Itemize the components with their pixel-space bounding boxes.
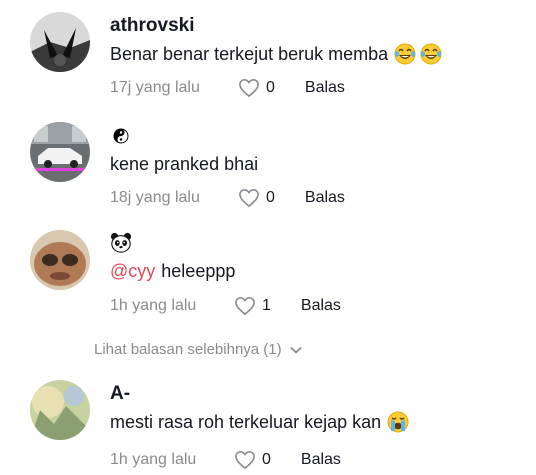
comment-time: 1h yang lalu [110,451,197,468]
comment-meta: 18j yang lalu 0 Balas [110,188,345,208]
comment-item: athrovski Benar benar terkejut beruk mem… [0,0,536,110]
comment-text-content: heleeppp [161,261,236,281]
comment-item: @cyy heleeppp 1h yang lalu 1 Balas [0,220,536,330]
reply-button[interactable]: Balas [301,297,341,315]
heart-icon [234,296,256,316]
like-button[interactable]: 0 [238,78,275,98]
like-count: 1 [262,297,271,314]
comment-text-content: mesti rasa roh terkeluar kejap kan [110,412,382,432]
comment-username[interactable] [110,125,258,147]
comment-username[interactable] [110,232,235,254]
like-count: 0 [266,189,275,206]
heart-icon [238,188,260,208]
like-count: 0 [262,451,271,468]
view-more-replies-button[interactable]: Lihat balasan selebihnya (1) [94,341,302,358]
like-button[interactable]: 0 [238,188,275,208]
comment-text: @cyy heleeppp [110,260,235,282]
comment-meta: 1h yang lalu 1 Balas [110,296,341,316]
like-count: 0 [266,79,275,96]
comment-text: Benar benar terkejut beruk memba [110,43,442,65]
comment-text: mesti rasa roh terkeluar kejap kan [110,411,409,433]
heart-icon [234,450,256,470]
mention-link[interactable]: @cyy [110,260,155,282]
loudly-crying-face-icon [387,411,409,433]
comment-time: 1h yang lalu [110,297,197,314]
like-button[interactable]: 1 [234,296,271,316]
avatar[interactable] [30,122,90,182]
comment-meta: 17j yang lalu 0 Balas [110,78,345,98]
comment-item: A- mesti rasa roh terkeluar kejap kan 1h… [0,370,536,475]
comment-text-content: kene pranked bhai [110,154,259,174]
reply-button[interactable]: Balas [301,451,341,469]
reply-button[interactable]: Balas [305,189,345,207]
view-more-replies-label: Lihat balasan selebihnya (1) [94,341,282,358]
reply-button[interactable]: Balas [305,79,345,97]
comment-username[interactable]: athrovski [110,15,442,37]
comment-text: kene pranked bhai [110,153,258,175]
chevron-down-icon [282,341,302,358]
heart-icon [238,78,260,98]
panda-face-icon [110,232,132,253]
face-with-tears-of-joy-icon [420,43,442,65]
like-button[interactable]: 0 [234,450,271,470]
comment-meta: 1h yang lalu 0 Balas [110,450,341,470]
face-with-tears-of-joy-icon [394,43,416,65]
avatar[interactable] [30,230,90,290]
avatar[interactable] [30,380,90,440]
comment-item: kene pranked bhai 18j yang lalu 0 Balas [0,110,536,220]
comment-text-content: Benar benar terkejut beruk memba [110,44,389,64]
avatar[interactable] [30,12,90,72]
comment-username[interactable]: A- [110,383,409,405]
yin-yang-icon [113,128,129,144]
comment-time: 17j yang lalu [110,79,200,96]
comment-time: 18j yang lalu [110,189,200,206]
